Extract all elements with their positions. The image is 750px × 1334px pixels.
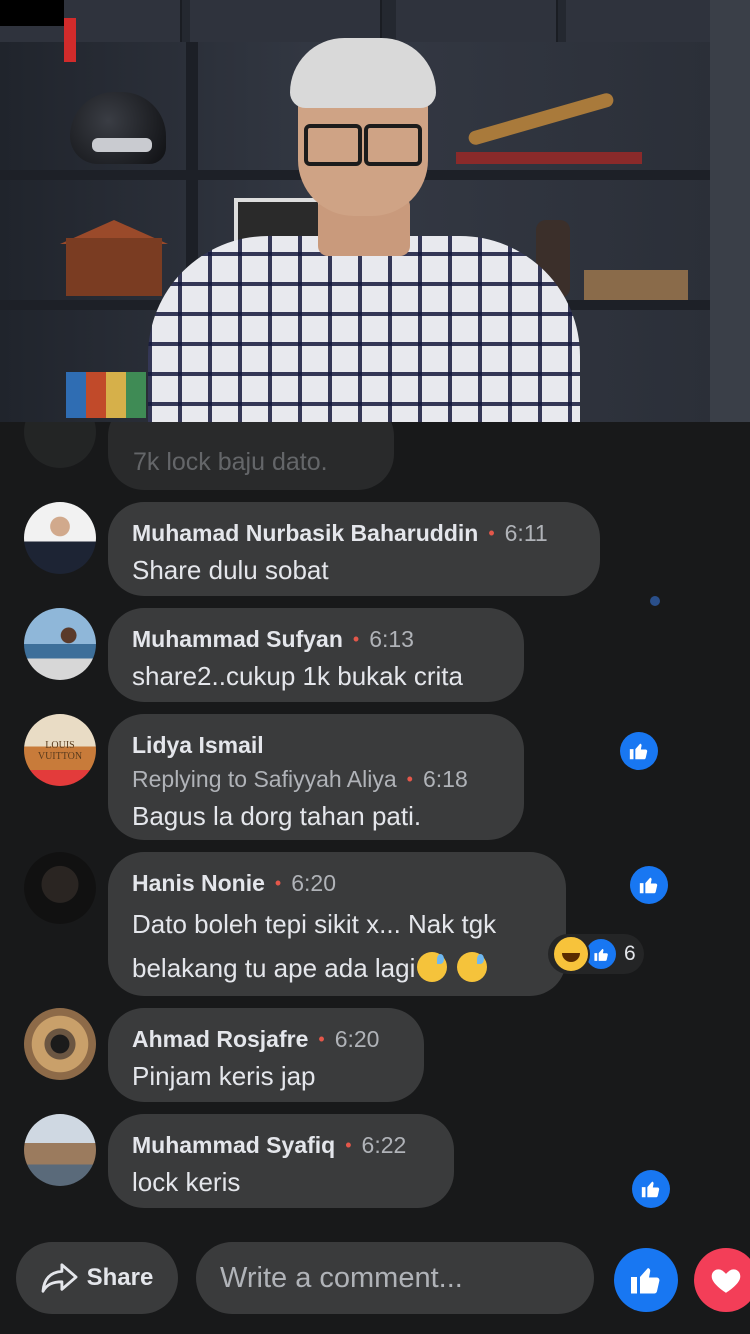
- separator-dot: •: [318, 1029, 325, 1049]
- commenter-name[interactable]: Muhamad Nurbasik Baharuddin: [132, 520, 478, 546]
- speaker-hair: [290, 38, 436, 108]
- comment-text-line: belakang tu ape ada lagi: [132, 946, 542, 990]
- helmet: [70, 92, 166, 164]
- comment-meta: Ahmad Rosjafre • 6:20: [132, 1022, 400, 1058]
- comment-meta: Muhammad Sufyan • 6:13: [132, 622, 500, 658]
- comment-bubble[interactable]: Lidya Ismail Replying to Safiyyah Aliya •…: [108, 714, 524, 840]
- separator-dot: •: [274, 873, 282, 893]
- comment-time: 6:20: [291, 870, 336, 896]
- comment-meta: Muhamad Nurbasik Baharuddin • 6:11: [132, 516, 576, 552]
- comment-text: 7k lock baju dato.: [133, 448, 328, 476]
- commenter-name[interactable]: Muhammad Sufyan: [132, 626, 343, 652]
- commenter-name[interactable]: Ahmad Rosjafre: [132, 1026, 308, 1052]
- comment-text: Bagus la dorg tahan pati.: [132, 801, 422, 831]
- speaker-shirt: [148, 236, 580, 422]
- sweat-smile-emoji-icon: [456, 952, 487, 982]
- speaker-glasses: [304, 124, 362, 166]
- cabinet-door: [396, 0, 558, 42]
- house-model: [66, 238, 162, 296]
- thumbs-up-icon: [639, 877, 658, 894]
- comment-input[interactable]: [196, 1242, 594, 1314]
- comment-meta: Hanis Nonie • 6:20: [132, 866, 542, 902]
- commenter-name[interactable]: Muhammad Syafiq: [132, 1132, 335, 1158]
- comment-text: Share dulu sobat: [132, 555, 329, 585]
- avatar[interactable]: [24, 1114, 96, 1186]
- avatar-logo-text: LOUIS VUITTON: [37, 740, 83, 762]
- separator-dot: •: [345, 1135, 352, 1155]
- separator-dot: •: [406, 769, 413, 789]
- comments-list[interactable]: 7k lock baju dato. Muhamad Nurbasik Baha…: [0, 422, 750, 1234]
- comment-time: 6:22: [361, 1132, 407, 1158]
- avatar: [24, 422, 96, 468]
- avatar[interactable]: [24, 608, 96, 680]
- bottom-action-bar: Share: [0, 1234, 750, 1334]
- comment-bubble[interactable]: Muhamad Nurbasik Baharuddin • 6:11 Share d…: [108, 502, 600, 596]
- share-label: Share: [86, 1264, 154, 1291]
- comment-text: lock keris: [132, 1167, 241, 1197]
- commenter-name[interactable]: Hanis Nonie: [132, 870, 265, 896]
- love-button[interactable]: [694, 1248, 750, 1312]
- keris-stand: [456, 152, 642, 164]
- helmet-stripe: [92, 138, 152, 152]
- redaction-bar: [0, 0, 64, 26]
- share-button[interactable]: Share: [16, 1242, 178, 1314]
- cabinet: [0, 0, 750, 42]
- books: [66, 372, 146, 418]
- comment-text: share2..cukup 1k bukak crita: [132, 661, 463, 691]
- comment-bubble[interactable]: Hanis Nonie • 6:20 Dato boleh tepi sikit x…: [108, 852, 566, 996]
- sweat-smile-emoji-icon: [417, 952, 448, 982]
- cabinet-door: [190, 0, 382, 42]
- like-reaction-badge[interactable]: [620, 732, 658, 770]
- avatar[interactable]: [24, 1008, 96, 1080]
- red-object: [64, 18, 76, 62]
- share-arrow-icon: [41, 1263, 78, 1293]
- separator-dot: •: [488, 523, 495, 543]
- faded-comment: 7k lock baju dato.: [108, 422, 394, 490]
- comment-text: Dato boleh tepi sikit x... Nak tgk: [132, 909, 497, 939]
- comment-time: 6:18: [422, 766, 468, 792]
- commenter-name[interactable]: Lidya Ismail: [132, 732, 264, 758]
- thumbs-up-icon: [629, 743, 648, 760]
- comment-meta: Lidya Ismail: [132, 728, 500, 762]
- comment-text: belakang tu ape ada lagi: [132, 953, 416, 983]
- indicator-dot: [650, 596, 660, 606]
- comment-bubble[interactable]: Muhammad Sufyan • 6:13 share2..cukup 1k bu…: [108, 608, 524, 702]
- like-reaction-badge[interactable]: [630, 866, 668, 904]
- reaction-count: 6: [624, 942, 636, 965]
- live-video[interactable]: [0, 0, 750, 422]
- like-reaction-badge[interactable]: [632, 1170, 670, 1208]
- reply-to-text: Replying to Safiyyah Aliya: [132, 766, 397, 792]
- reply-context: Replying to Safiyyah Aliya • 6:18: [132, 762, 500, 798]
- speaker-glasses: [364, 124, 422, 166]
- thumbs-up-icon: [641, 1181, 660, 1198]
- cabinet-door: [566, 0, 718, 42]
- avatar[interactable]: [24, 852, 96, 924]
- wooden-box: [584, 270, 688, 300]
- wall-panel: [710, 0, 750, 422]
- comment-time: 6:20: [334, 1026, 380, 1052]
- heart-icon: [711, 1269, 741, 1293]
- like-button[interactable]: [614, 1248, 678, 1312]
- comment-meta: Muhammad Syafiq • 6:22: [132, 1128, 430, 1164]
- separator-dot: •: [352, 629, 360, 649]
- comment-bubble[interactable]: Muhammad Syafiq • 6:22 lock keris: [108, 1114, 454, 1208]
- avatar[interactable]: [24, 502, 96, 574]
- comment-text: Pinjam keris jap: [132, 1061, 316, 1091]
- haha-emoji-icon: [552, 935, 590, 973]
- comment-time: 6:11: [504, 520, 548, 546]
- thumbs-up-icon: [631, 1268, 660, 1294]
- avatar[interactable]: LOUIS VUITTON: [24, 714, 96, 786]
- comment-time: 6:13: [369, 626, 414, 652]
- reaction-summary[interactable]: 6: [548, 934, 644, 974]
- comment-bubble[interactable]: Ahmad Rosjafre • 6:20 Pinjam keris jap: [108, 1008, 424, 1102]
